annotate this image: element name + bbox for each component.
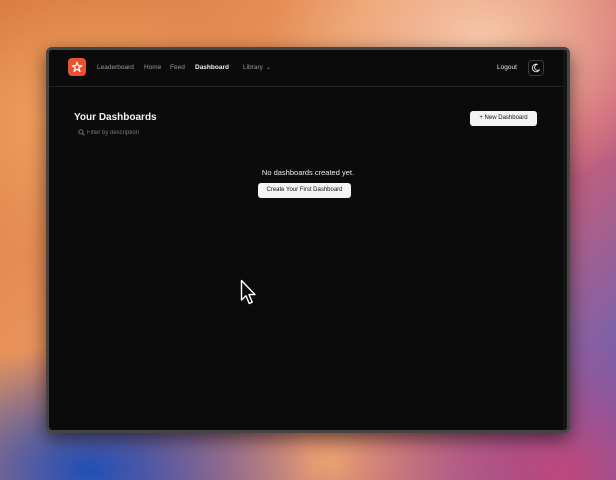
theme-toggle-button[interactable] (528, 60, 544, 76)
theme-toggle-icon (531, 63, 541, 73)
scrollbar[interactable] (563, 50, 567, 430)
page-title: Your Dashboards (74, 112, 157, 123)
nav-link-feed[interactable]: Feed (170, 64, 185, 72)
filter-input[interactable] (87, 127, 217, 138)
top-navbar: Leaderboard Home Feed Dashboard Library ⌄… (49, 50, 567, 87)
new-dashboard-button[interactable]: + New Dashboard (470, 111, 537, 126)
search-icon (78, 129, 85, 136)
create-first-dashboard-button[interactable]: Create Your First Dashboard (258, 183, 351, 198)
empty-state-message: No dashboards created yet. (261, 168, 355, 177)
brand-logo-icon[interactable] (68, 58, 86, 76)
nav-link-dashboard[interactable]: Dashboard (195, 64, 229, 72)
nav-link-library-label: Library (243, 64, 263, 71)
logout-link[interactable]: Logout (497, 64, 517, 72)
nav-link-home[interactable]: Home (144, 64, 161, 72)
chevron-down-icon: ⌄ (265, 65, 271, 71)
mouse-cursor-icon (240, 279, 256, 305)
nav-link-leaderboard[interactable]: Leaderboard (97, 64, 134, 72)
nav-link-library[interactable]: Library ⌄ (243, 64, 271, 72)
app-window: Leaderboard Home Feed Dashboard Library ⌄… (46, 47, 570, 433)
